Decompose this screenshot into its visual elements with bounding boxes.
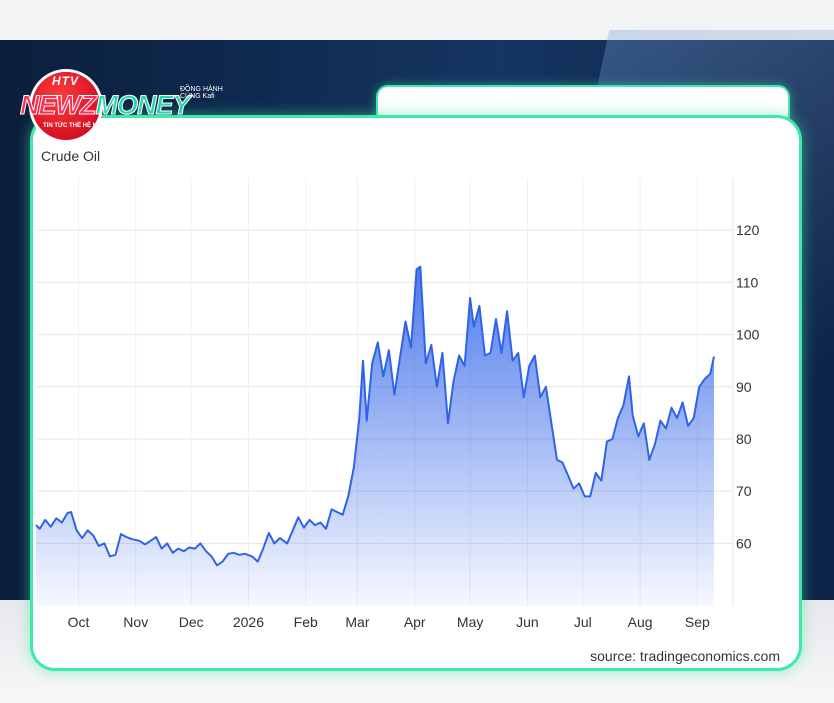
crude-oil-chart: 60 70 80 90 100 110 120 Oct Nov Dec 2026 Feb Mar Apr M…: [35, 178, 760, 630]
x-tick-label: Sep: [685, 614, 710, 630]
x-tick-label: Nov: [123, 614, 148, 630]
y-tick-label: 70: [736, 483, 752, 499]
y-tick-label: 80: [736, 431, 752, 447]
x-tick-label: Jun: [516, 614, 539, 630]
source-credit: source: tradingeconomics.com: [590, 648, 780, 664]
y-tick-label: 60: [736, 535, 752, 551]
x-tick-label: Jul: [574, 614, 592, 630]
area-layer: [35, 265, 715, 606]
x-tick-label: Feb: [294, 614, 318, 630]
x-tick-label: Apr: [404, 614, 426, 630]
x-tick-label: Mar: [345, 614, 369, 630]
y-tick-label: 90: [736, 379, 752, 395]
x-tick-label: Aug: [628, 614, 653, 630]
x-tick-label: Oct: [68, 614, 90, 630]
x-tick-label: May: [457, 614, 483, 630]
x-tick-label: Dec: [179, 614, 204, 630]
y-tick-label: 120: [736, 222, 760, 238]
y-tick-label: 110: [736, 274, 759, 290]
y-tick-label: 100: [736, 327, 760, 343]
x-tick-label: 2026: [233, 614, 264, 630]
